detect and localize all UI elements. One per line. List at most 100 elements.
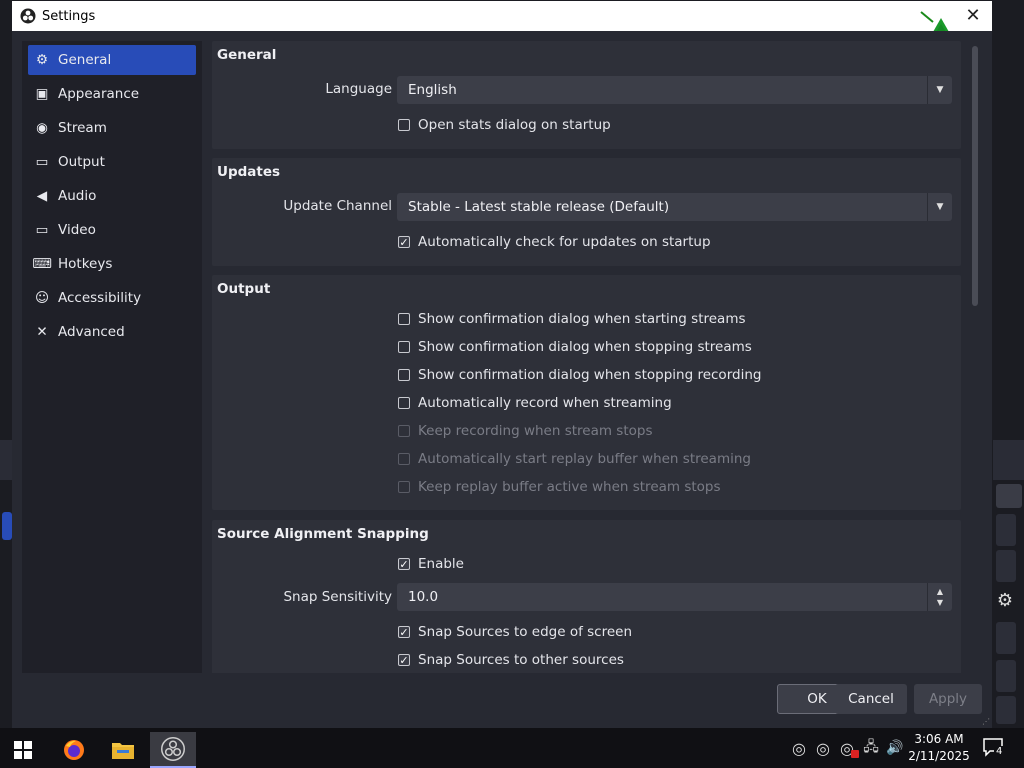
snap-sensitivity-spinbox[interactable]: 10.0 ▲ ▼ [397,583,952,611]
snapping-group: Source Alignment Snapping ✓ Enable Snap … [212,520,961,673]
volume-icon[interactable]: 🔊 [885,738,905,758]
language-label: Language [325,81,392,97]
taskbar: ◎ ◎ ◎ 🖧 🔊 3:06 AM 2/11/2025 4 [0,728,1024,768]
settings-sidebar: ⚙ General ▣ Appearance ◉ Stream ▭ Output ◀ Audio ▭… [22,41,202,673]
snap-edge-checkbox[interactable]: ✓ Snap Sources to edge of screen [398,624,632,640]
background-panel-button [996,660,1016,692]
auto-update-label: Automatically check for updates on start… [418,234,711,250]
update-channel-value: Stable - Latest stable release (Default) [408,199,670,215]
output-title: Output [217,281,271,297]
obs-tray-icon[interactable]: ◎ [813,738,833,758]
sidebar-item-label: Audio [58,188,97,204]
general-title: General [217,47,277,63]
background-window-edge-left [0,440,12,480]
apply-button[interactable]: Apply [914,684,982,714]
sidebar-item-label: Hotkeys [58,256,113,272]
speaker-icon: ◀ [36,188,48,204]
output-option-checkbox[interactable]: Show confirmation dialog when stopping s… [398,339,752,355]
obs-icon [161,737,185,761]
window-titlebar: Settings ✕ [12,1,992,31]
close-button[interactable]: ✕ [962,5,984,27]
output-option-label: Keep replay buffer active when stream st… [418,479,721,495]
open-stats-checkbox[interactable]: Open stats dialog on startup [398,117,611,133]
output-option-checkbox: Keep replay buffer active when stream st… [398,479,721,495]
auto-update-checkbox[interactable]: ✓ Automatically check for updates on sta… [398,234,711,250]
start-button[interactable] [0,732,46,768]
checkbox-box [398,481,410,493]
sidebar-item-output[interactable]: ▭ Output [28,147,196,177]
sidebar-item-appearance[interactable]: ▣ Appearance [28,79,196,109]
firefox-icon [64,740,84,760]
obs-tray-recording-icon[interactable]: ◎ [837,738,859,758]
output-group: Output Show confirmation dialog when sta… [212,275,961,510]
language-select[interactable]: English ▼ [397,76,952,104]
sidebar-item-label: Advanced [58,324,125,340]
accessibility-icon: ☺ [34,290,50,306]
checkbox-box [398,425,410,437]
output-option-checkbox: Automatically start replay buffer when s… [398,451,751,467]
sidebar-item-advanced[interactable]: ✕ Advanced [28,317,196,347]
sidebar-item-stream[interactable]: ◉ Stream [28,113,196,143]
sidebar-item-label: Stream [58,120,107,136]
snap-edge-label: Snap Sources to edge of screen [418,624,633,640]
sidebar-item-accessibility[interactable]: ☺ Accessibility [28,283,196,313]
keyboard-icon: ⌨ [32,256,52,272]
output-option-label: Keep recording when stream stops [418,423,653,439]
sidebar-item-audio[interactable]: ◀ Audio [28,181,196,211]
sidebar-item-general[interactable]: ⚙ General [28,45,196,75]
update-channel-select[interactable]: Stable - Latest stable release (Default)… [397,193,952,221]
output-option-label: Show confirmation dialog when stopping r… [418,367,762,383]
taskbar-clock[interactable]: 3:06 AM 2/11/2025 [908,731,970,765]
network-icon[interactable]: 🖧 [861,738,881,758]
updates-title: Updates [217,164,281,180]
output-option-label: Automatically record when streaming [418,395,672,411]
snap-enable-checkbox[interactable]: ✓ Enable [398,556,464,572]
checkbox-box [398,397,410,409]
obs-taskbar-button[interactable] [150,732,196,768]
sidebar-item-video[interactable]: ▭ Video [28,215,196,245]
output-option-checkbox[interactable]: Show confirmation dialog when starting s… [398,311,746,327]
background-panel-button [996,622,1016,654]
appearance-icon: ▣ [35,86,49,102]
sidebar-item-label: Output [58,154,105,170]
notification-count: 4 [994,746,1005,757]
language-value: English [408,82,457,98]
clock-date: 2/11/2025 [908,749,970,763]
output-option-checkbox[interactable]: Automatically record when streaming [398,395,672,411]
open-stats-label: Open stats dialog on startup [418,117,611,133]
obs-logo-icon [20,8,36,24]
checkbox-box [398,369,410,381]
background-panel-button [996,550,1016,582]
settings-dialog: ⚙ General ▣ Appearance ◉ Stream ▭ Output ◀ Audio ▭… [12,31,992,728]
sidebar-item-hotkeys[interactable]: ⌨ Hotkeys [28,249,196,279]
chevron-down-icon: ▼ [927,193,952,221]
sidebar-item-label: General [58,52,112,68]
chevron-up-icon[interactable]: ▲ [937,586,943,597]
scrollbar-thumb[interactable] [972,46,978,306]
cancel-button[interactable]: Cancel [835,684,907,714]
file-explorer-taskbar-button[interactable] [100,732,146,768]
spin-arrows[interactable]: ▲ ▼ [927,583,952,611]
checkbox-box: ✓ [398,625,410,639]
checkbox-box: ✓ [398,557,410,571]
clock-time: 3:06 AM [914,732,964,746]
tools-icon: ✕ [36,324,48,340]
output-option-checkbox: Keep recording when stream stops [398,423,652,439]
snapping-title: Source Alignment Snapping [217,526,429,542]
chevron-down-icon[interactable]: ▼ [937,597,943,608]
content-scrollbar[interactable] [970,41,980,673]
output-option-label: Show confirmation dialog when stopping s… [418,339,752,355]
output-icon: ▭ [35,154,49,170]
chevron-down-icon: ▼ [927,76,952,104]
resize-grip-icon[interactable]: ⋰ [982,717,990,726]
snap-other-checkbox[interactable]: ✓ Snap Sources to other sources [398,652,624,668]
obs-tray-icon[interactable]: ◎ [789,738,809,758]
window-title: Settings [42,8,96,24]
checkbox-box [398,341,410,353]
background-panel-button [996,514,1016,546]
checkbox-box [398,313,410,325]
notifications-button[interactable]: 4 [982,736,1008,760]
background-window-edge [993,440,1024,480]
firefox-taskbar-button[interactable] [51,732,97,768]
output-option-checkbox[interactable]: Show confirmation dialog when stopping r… [398,367,761,383]
